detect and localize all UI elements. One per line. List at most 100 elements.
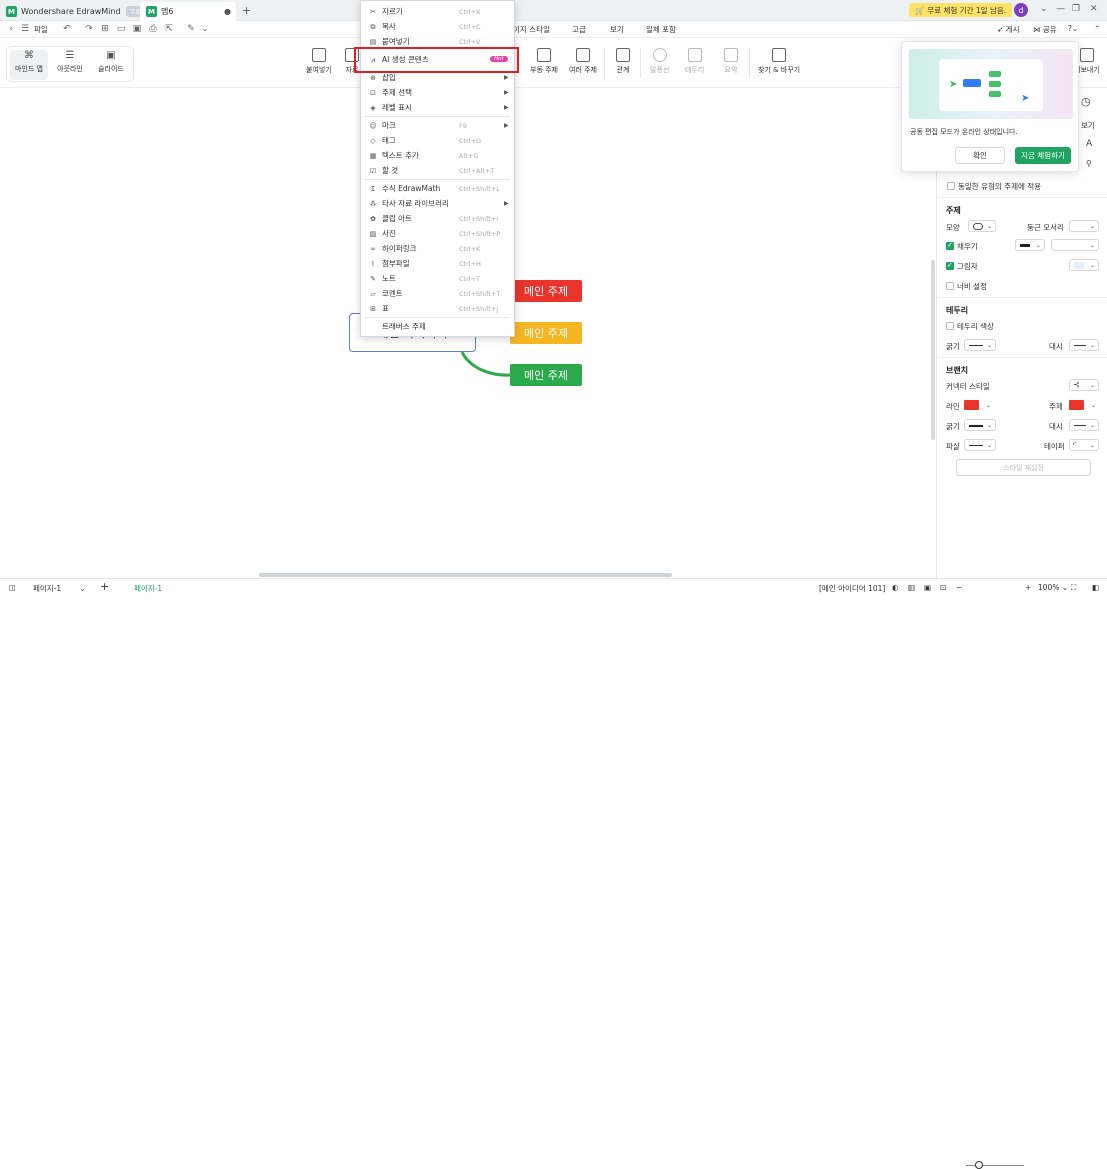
shape-dropdown[interactable]: ⌄ xyxy=(968,220,996,232)
selection-status: [메인 아이디어 101] xyxy=(819,584,886,593)
menu-tag[interactable]: ◇ 태그 Ctrl+G xyxy=(361,133,514,148)
insert-icon: ⊕ xyxy=(370,73,376,82)
border-thickness-label: 굵기 xyxy=(946,342,960,351)
menu-traverse-topic[interactable]: 트래버스 주제 xyxy=(361,319,514,334)
border-dash-label: 대시 xyxy=(1049,342,1063,351)
shadow-color-dropdown[interactable]: ⌄ xyxy=(1069,259,1099,271)
user-avatar[interactable]: d xyxy=(1014,3,1028,17)
page-dropdown[interactable]: 페이지-1 ⌄ xyxy=(33,583,85,594)
vertical-scrollbar[interactable] xyxy=(931,260,935,440)
main-topic-2[interactable]: 메인 주제 xyxy=(510,322,582,344)
connector-style-dropdown[interactable]: ⊰ ⌄ xyxy=(1069,379,1099,391)
sidebar-toggle-icon[interactable]: ◫ xyxy=(9,583,16,592)
fill-checkbox[interactable] xyxy=(946,241,954,250)
menu-paste-shortcut: Ctrl+V xyxy=(459,37,481,46)
menu-note-label: 노트 xyxy=(382,274,396,283)
collab-illustration: ➤ ➤ xyxy=(909,49,1073,119)
zoom-in-button[interactable]: + xyxy=(1025,583,1031,592)
present-icon[interactable]: ▣ xyxy=(924,583,931,592)
popup-try-button[interactable]: 지금 체험하기 xyxy=(1015,147,1071,164)
main-topic-1[interactable]: 메인 주제 xyxy=(510,280,582,302)
main-topic-3[interactable]: 메인 주제 xyxy=(510,364,582,386)
topic-section-header: 주제 xyxy=(946,206,961,215)
history-icon[interactable]: ◷ xyxy=(1081,95,1091,108)
horizontal-scrollbar[interactable] xyxy=(259,573,672,577)
menu-todo[interactable]: ☑ 할 것 Ctrl+Alt+T xyxy=(361,163,514,178)
border-color-label: 테두리 색상 xyxy=(957,322,994,331)
collab-popup: ➤ ➤ 공동 편집 모드가 온라인 상태입니다. 확인 지금 체험하기 xyxy=(901,41,1079,172)
menu-attachment[interactable]: ⌇ 첨부파일 Ctrl+H xyxy=(361,256,514,271)
panel-divider xyxy=(937,297,1107,298)
fill-color-dropdown[interactable]: ⌄ xyxy=(1051,239,1099,251)
close-icon[interactable]: ✕ xyxy=(1090,4,1098,14)
panel-divider xyxy=(937,197,1107,198)
menu-add-text[interactable]: ▦ 텍스트 추가 Alt+G xyxy=(361,148,514,163)
zoom-out-button[interactable]: − xyxy=(956,583,962,592)
wave-dropdown[interactable]: ⌄ xyxy=(964,439,996,451)
menu-photo[interactable]: ▨ 사진 Ctrl+Shift+P xyxy=(361,226,514,241)
menu-hyperlink[interactable]: ∞ 하이퍼링크 Ctrl+K xyxy=(361,241,514,256)
image-icon: ▨ xyxy=(369,229,377,238)
menu-table[interactable]: ⊞ 표 Ctrl+Shift+J xyxy=(361,301,514,316)
collab-popup-text: 공동 편집 모드가 온라인 상태입니다. xyxy=(910,128,1018,136)
popup-ok-button[interactable]: 확인 xyxy=(955,147,1005,164)
menu-comment[interactable]: ▱ 코멘트 Ctrl+Shift+T xyxy=(361,286,514,301)
taper-dropdown[interactable]: ◜ ⌄ xyxy=(1069,439,1099,451)
fit-icon[interactable]: ⊡ xyxy=(940,583,946,592)
menu-formula[interactable]: Σ 수식 EdrawMath Ctrl+Shift+L xyxy=(361,181,514,196)
menu-clipart-shortcut: Ctrl+Shift+I xyxy=(459,214,499,223)
select-topic-icon: ⊡ xyxy=(370,88,376,97)
fill-pattern-dropdown[interactable]: ⌄ xyxy=(1015,239,1045,251)
menu-cut[interactable]: ✂ 자르기 Ctrl+X xyxy=(361,4,514,19)
restore-icon[interactable]: ❐ xyxy=(1072,4,1080,14)
apply-same-checkbox[interactable] xyxy=(947,182,955,190)
panel-divider xyxy=(937,357,1107,358)
page-tab[interactable]: 페이지-1 xyxy=(134,583,162,594)
dropdown-icon[interactable]: ⌄ xyxy=(1040,4,1048,14)
branch-thickness-dropdown[interactable]: ⌄ xyxy=(964,419,996,431)
clipart-icon: ✿ xyxy=(370,214,376,223)
font-size-icon[interactable]: A xyxy=(1086,139,1092,149)
border-color-checkbox[interactable] xyxy=(946,322,954,330)
border-dash-dropdown[interactable]: ⌄ xyxy=(1069,339,1099,351)
round-corner-dropdown[interactable]: ⌄ xyxy=(1069,220,1099,232)
line-color-dropdown[interactable]: ⌄ xyxy=(964,399,994,411)
round-corner-label: 둥근 모서리 xyxy=(1027,223,1064,232)
menu-select-topic[interactable]: ⊡ 주제 선택 ▶ xyxy=(361,85,514,100)
reset-style-button[interactable]: 스타일 재설정 xyxy=(956,459,1091,476)
menu-level-display[interactable]: ◈ 레벨 표시 ▶ xyxy=(361,100,514,115)
shadow-checkbox[interactable] xyxy=(946,261,954,270)
book-icon[interactable]: ▥ xyxy=(908,583,915,592)
width-checkbox[interactable] xyxy=(946,282,954,290)
menu-insert-label: 삽입 xyxy=(382,73,396,82)
share-button[interactable]: ⋈ 공유 xyxy=(1033,24,1057,35)
add-page-button[interactable]: + xyxy=(100,580,109,593)
zoom-level[interactable]: 100% ⌄ xyxy=(1038,583,1068,592)
topic-color-dropdown[interactable]: ⌄ xyxy=(1069,399,1099,411)
menu-clipart[interactable]: ✿ 클립 아트 Ctrl+Shift+I xyxy=(361,211,514,226)
menu-mark[interactable]: ☺ 마크 F9 ▶ xyxy=(361,118,514,133)
publish-button[interactable]: ➶ 게시 xyxy=(997,24,1019,35)
status-bar: ◫ 페이지-1 ⌄ + 페이지-1 [메인 아이디어 101] ◐ ▥ ▣ ⊡ −… xyxy=(0,578,1107,1169)
branch-dash-dropdown[interactable]: ⌄ xyxy=(1069,419,1099,431)
panel-toggle-icon[interactable]: ◧ xyxy=(1092,583,1099,592)
fullscreen-icon[interactable]: ⛶ xyxy=(1071,583,1076,593)
apply-same-label: 동일한 유형의 주제에 적용 xyxy=(958,182,1042,191)
menu-select-topic-label: 주제 선택 xyxy=(382,88,412,97)
collapse-ribbon-icon[interactable]: ⌃ xyxy=(1094,24,1100,33)
copy-icon: ⧉ xyxy=(370,22,376,31)
menu-photo-label: 사진 xyxy=(382,229,396,238)
shape-label: 모양 xyxy=(946,223,960,232)
menu-library[interactable]: ⁂ 타사 자료 라이브러리 ▶ xyxy=(361,196,514,211)
menu-note[interactable]: ✎ 노트 Ctrl+T xyxy=(361,271,514,286)
menu-copy[interactable]: ⧉ 복사 Ctrl+C xyxy=(361,19,514,34)
menu-todo-label: 할 것 xyxy=(382,166,399,175)
border-thickness-dropdown[interactable]: ⌄ xyxy=(964,339,996,351)
branch-dash-label: 대시 xyxy=(1049,422,1063,431)
view-label: 보기 xyxy=(1081,121,1095,130)
minimize-icon[interactable]: — xyxy=(1056,4,1065,14)
theme-icon[interactable]: ◐ xyxy=(892,583,899,592)
zoom-slider-handle[interactable] xyxy=(975,1161,983,1169)
format-painter-icon[interactable]: ⚲ xyxy=(1086,159,1092,168)
help-icon[interactable]: ?⌄ xyxy=(1068,24,1078,33)
